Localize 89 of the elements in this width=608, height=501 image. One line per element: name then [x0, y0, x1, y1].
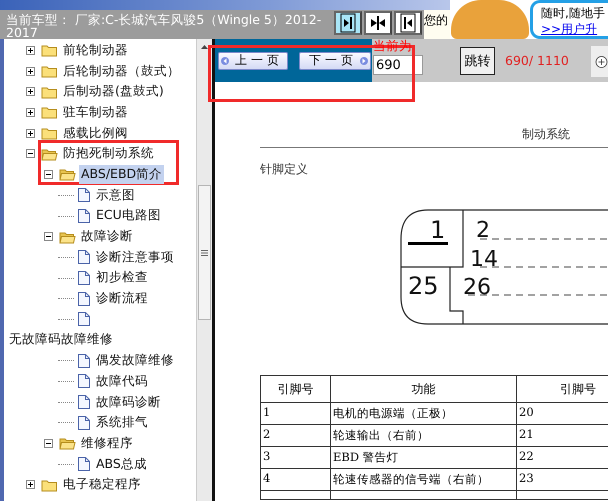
tree-item[interactable]: ABS/EBD简介	[79, 164, 164, 184]
section-title: 针脚定义	[260, 161, 309, 178]
folder-icon	[41, 84, 58, 99]
tree-item[interactable]: 诊断注意事项	[94, 248, 176, 267]
expand-icon[interactable]	[26, 108, 35, 117]
open-folder-icon	[59, 167, 76, 182]
tree-item[interactable]: 前轮制动器	[61, 40, 130, 60]
scroll-up-icon	[201, 45, 208, 49]
layout-button[interactable]	[394, 11, 422, 35]
tree-item[interactable]: 电子稳定程序	[61, 475, 143, 494]
table-cell: 2	[260, 424, 330, 446]
car-model-label: 当前车型： 厂家:C-长城汽车风骏5（Wingle 5）2012-2017	[5, 11, 322, 39]
table-cell: 1	[260, 402, 330, 424]
tree-item[interactable]: 后制动器(盘鼓式)	[61, 82, 166, 102]
document-icon	[77, 394, 91, 410]
column-header: 引脚号	[260, 376, 330, 402]
previous-page-button[interactable]: 上 一 页	[218, 52, 288, 70]
tree-item[interactable]: 示意图	[94, 186, 137, 205]
scroll-thumb[interactable]	[198, 185, 211, 320]
tree-item[interactable]: 感载比例阀	[61, 124, 130, 143]
collapse-icon[interactable]	[44, 438, 53, 448]
folder-icon	[41, 126, 58, 140]
table-cell: 3	[260, 446, 330, 468]
tree-item[interactable]: 初步检查	[94, 268, 150, 288]
tree-item[interactable]: 故障码诊断	[94, 392, 163, 412]
pin-number: 26	[463, 275, 491, 300]
upgrade-link[interactable]: >>用户升	[541, 21, 608, 36]
layout-button[interactable]	[364, 11, 392, 35]
jump-button[interactable]: 跳转	[460, 47, 495, 75]
document-icon	[77, 373, 91, 390]
expand-icon[interactable]	[26, 66, 35, 76]
left-arrow-icon	[221, 56, 229, 66]
document-icon	[77, 270, 91, 286]
open-folder-icon	[59, 436, 76, 450]
tree-item[interactable]: 系统排气	[94, 413, 150, 432]
table-cell: EBD 警告灯	[330, 446, 516, 468]
promo-text: 随时,随地手	[541, 5, 606, 21]
document-icon	[77, 249, 91, 266]
pin-number: 2	[476, 218, 490, 243]
tree-item[interactable]: 维修程序	[79, 434, 135, 453]
expand-icon[interactable]	[26, 480, 35, 490]
tree-item[interactable]: ABS总成	[94, 454, 149, 474]
table-cell: 电机的电源端（正极）	[330, 402, 516, 424]
table-cell: 轮速输出（右前）	[330, 424, 516, 446]
expand-icon[interactable]	[26, 87, 35, 96]
collapse-icon[interactable]	[44, 232, 53, 242]
document-icon	[77, 290, 91, 307]
table-cell: 4	[260, 468, 330, 490]
collapse-icon[interactable]	[44, 170, 53, 179]
open-folder-icon	[59, 230, 76, 244]
expand-icon[interactable]	[26, 128, 35, 138]
next-page-button[interactable]: 下 一 页	[299, 52, 371, 70]
current-page-label: 当前为	[373, 39, 413, 55]
grip-icon	[201, 250, 208, 256]
tree-item[interactable]: 偶发故障维修	[94, 351, 176, 370]
document-icon	[77, 456, 91, 472]
document-icon	[77, 208, 91, 224]
tree-item[interactable]: 故障诊断	[79, 227, 135, 246]
document-icon	[77, 414, 91, 431]
document-icon	[77, 311, 91, 328]
scrollbar[interactable]	[196, 39, 212, 501]
right-arrow-icon	[360, 56, 368, 66]
column-header: 引脚号	[516, 376, 608, 402]
collapse-icon[interactable]	[26, 149, 35, 158]
tree-item[interactable]: 故障代码	[94, 372, 150, 391]
document-icon	[77, 187, 91, 204]
table-cell: 轮速传感器的信号端（右前）	[330, 468, 516, 490]
page-input[interactable]: 690	[373, 55, 423, 75]
page-count: 690/ 1110	[505, 53, 569, 68]
tree-item[interactable]: 驻车制动器	[61, 102, 130, 122]
folder-icon	[41, 105, 58, 120]
tree-item[interactable]: 无故障码故障维修	[7, 330, 115, 350]
document-header: 制动系统	[522, 126, 571, 143]
pin-number: 14	[470, 247, 498, 272]
open-folder-icon	[41, 146, 58, 161]
folder-icon	[41, 43, 58, 58]
tree-item[interactable]: 诊断流程	[94, 289, 150, 308]
folder-icon	[41, 478, 58, 492]
tree-item[interactable]: ECU电路图	[94, 206, 163, 226]
pin-number: 25	[408, 272, 439, 300]
pin-number: 1	[430, 216, 446, 244]
document-icon	[77, 352, 91, 369]
notice-text: 您的	[424, 10, 450, 39]
column-header: 功能	[330, 376, 516, 402]
folder-icon	[41, 64, 58, 78]
tree-item[interactable]: 防抱死制动系统	[61, 144, 156, 164]
layout-button[interactable]	[334, 11, 362, 35]
expand-icon[interactable]	[26, 46, 35, 55]
tree-item[interactable]: 后轮制动器（鼓式）	[61, 62, 182, 81]
